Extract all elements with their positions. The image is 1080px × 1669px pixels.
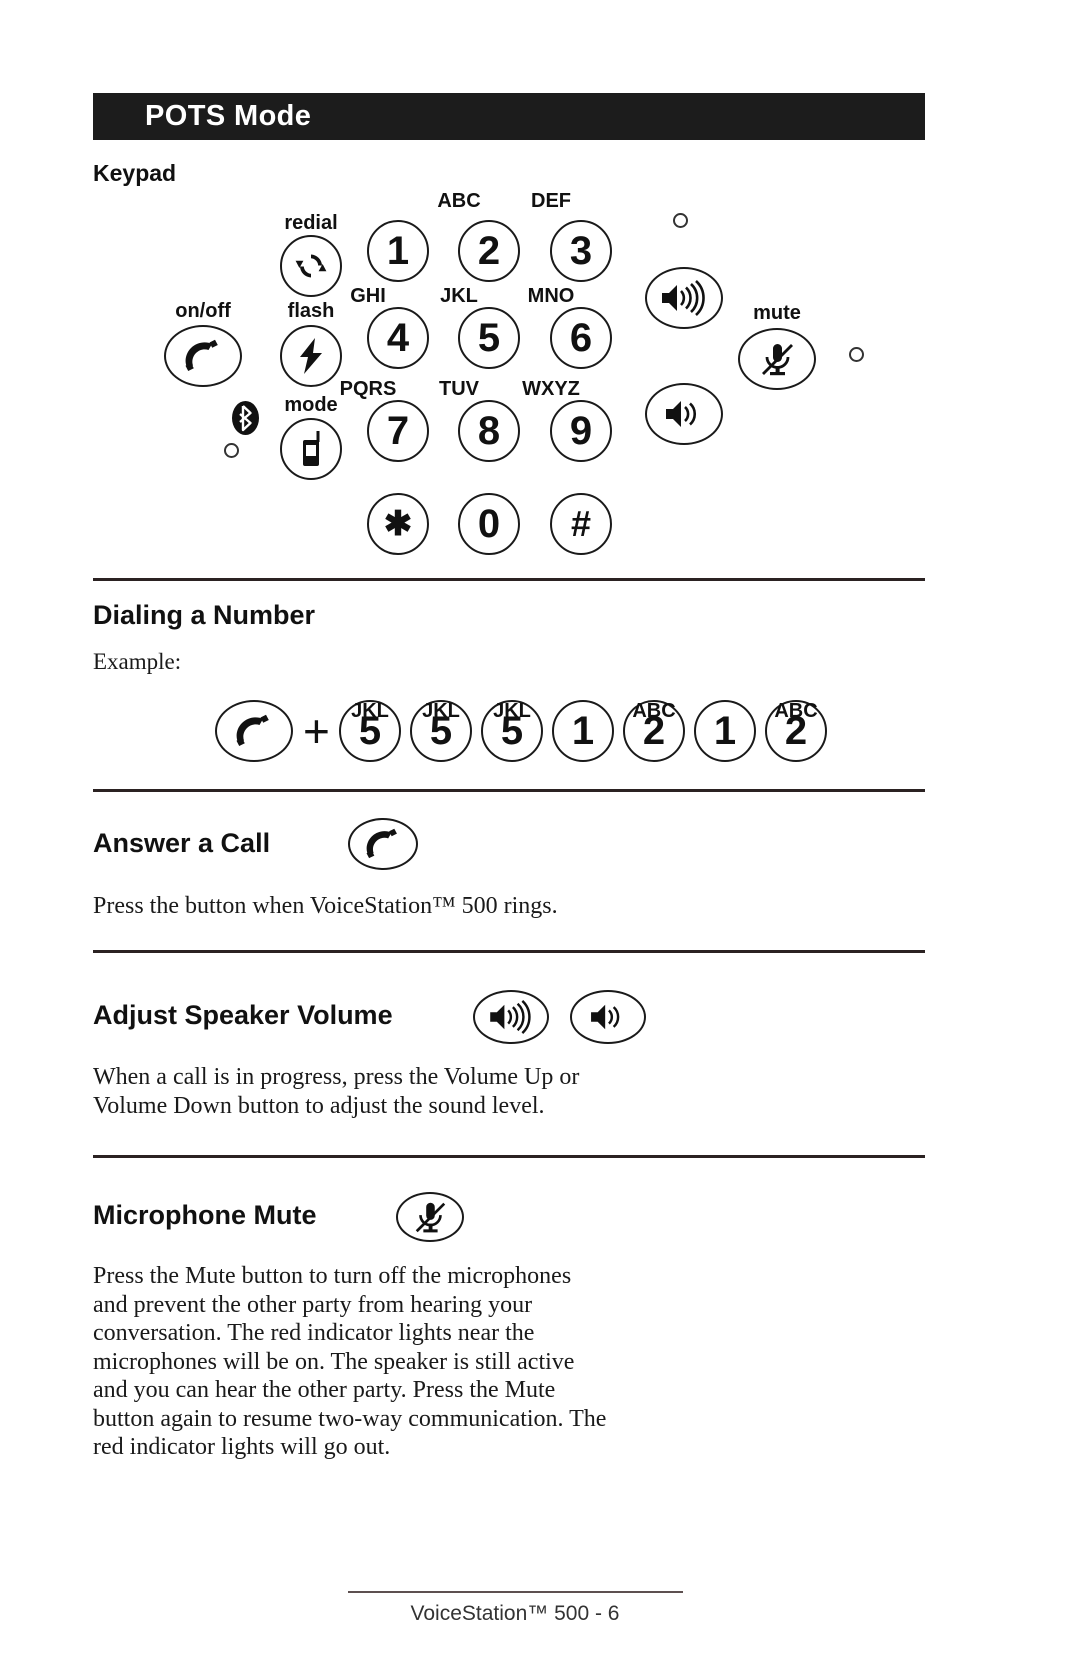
key-5-letters: JKL — [440, 285, 478, 307]
redial-icon — [293, 248, 329, 284]
redial-key[interactable] — [280, 235, 342, 297]
key-1[interactable]: 1 — [367, 220, 429, 282]
redial-label: redial — [284, 212, 338, 234]
answer-call-button[interactable] — [348, 818, 418, 870]
section-divider-2 — [93, 789, 925, 792]
lightning-bolt-icon — [296, 337, 326, 375]
key-7[interactable]: 7 — [367, 400, 429, 462]
document-page: POTS Mode Keypad redial on/off flash mod… — [0, 0, 1080, 1669]
footer-text: VoiceStation™ 500 - 6 — [410, 1602, 620, 1625]
dial-seq-key-6: 1 — [694, 700, 756, 762]
dial-seq-digit-7[interactable]: ABC 2 — [765, 700, 827, 762]
mute-body: Press the Mute button to turn off the mi… — [93, 1263, 607, 1460]
led-indicator-bluetooth — [224, 443, 239, 458]
volume-body: When a call is in progress, press the Vo… — [93, 1064, 580, 1119]
footer-divider — [348, 1591, 683, 1593]
mute-button[interactable] — [396, 1192, 464, 1242]
dial-seq-letters-3: JKL — [493, 700, 531, 722]
onoff-key[interactable] — [164, 325, 242, 387]
dial-seq-digit-2[interactable]: JKL 5 — [410, 700, 472, 762]
key-2-digit: 2 — [477, 229, 501, 273]
dial-seq-letters-2: JKL — [422, 700, 460, 722]
key-6[interactable]: 6 — [550, 307, 612, 369]
dial-seq-phone[interactable] — [215, 700, 293, 762]
section-heading-dialing: Dialing a Number — [93, 600, 316, 630]
key-star-digit: ✱ — [383, 505, 413, 543]
phone-handset-icon — [215, 700, 293, 762]
example-label: Example: — [93, 649, 182, 674]
volume-down-icon — [661, 397, 707, 431]
volume-down-icon — [572, 992, 644, 1042]
key-hash-digit: # — [570, 503, 592, 544]
keypad-diagram: redial on/off flash mode 1 ABC 2 DEF 3 G… — [0, 180, 1080, 570]
key-7-letters: PQRS — [339, 378, 397, 400]
volume-down-key[interactable] — [645, 383, 723, 445]
mode-key[interactable] — [280, 418, 342, 480]
section-divider-3 — [93, 950, 925, 953]
key-6-digit: 6 — [569, 316, 593, 360]
key-2[interactable]: 2 — [458, 220, 520, 282]
section-divider-1 — [93, 578, 925, 581]
dial-seq-key-4: 1 — [552, 700, 614, 762]
section-heading-mute: Microphone Mute — [93, 1200, 317, 1230]
dial-seq-plus: + — [303, 705, 330, 757]
volume-up-icon — [475, 992, 547, 1042]
mobile-phone-icon — [297, 430, 325, 468]
key-4-digit: 4 — [386, 316, 410, 360]
dial-seq-digit-4[interactable]: 1 — [552, 700, 614, 762]
section-divider-4 — [93, 1155, 925, 1158]
key-star[interactable]: ✱ — [367, 493, 429, 555]
key-5-digit: 5 — [477, 316, 501, 360]
key-0-digit: 0 — [477, 502, 501, 546]
dial-seq-digit-1[interactable]: JKL 5 — [339, 700, 401, 762]
flash-key[interactable] — [280, 325, 342, 387]
dial-seq-letters-5: ABC — [632, 700, 676, 722]
microphone-mute-icon — [757, 339, 797, 379]
key-8[interactable]: 8 — [458, 400, 520, 462]
key-6-letters: MNO — [527, 285, 575, 307]
key-4-letters: GHI — [350, 285, 386, 307]
mute-key[interactable] — [738, 328, 816, 390]
dial-seq-letters-1: JKL — [351, 700, 389, 722]
page-title-bar: POTS Mode — [93, 93, 925, 140]
key-1-digit: 1 — [386, 229, 410, 273]
page-title: POTS Mode — [145, 100, 312, 132]
section-heading-volume: Adjust Speaker Volume — [93, 1000, 393, 1030]
dial-seq-digit-6[interactable]: 1 — [694, 700, 756, 762]
microphone-mute-icon — [398, 1194, 462, 1240]
key-4[interactable]: 4 — [367, 307, 429, 369]
key-5[interactable]: 5 — [458, 307, 520, 369]
key-8-letters: TUV — [439, 378, 479, 400]
key-8-digit: 8 — [477, 409, 501, 453]
led-indicator-top — [673, 213, 688, 228]
onoff-label: on/off — [175, 300, 231, 322]
volume-up-key[interactable] — [645, 267, 723, 329]
answer-call-body: Press the button when VoiceStation™ 500 … — [93, 893, 558, 919]
key-3[interactable]: 3 — [550, 220, 612, 282]
dial-seq-digit-5[interactable]: ABC 2 — [623, 700, 685, 762]
volume-up-icon — [658, 280, 710, 316]
key-9-letters: WXYZ — [522, 378, 580, 400]
key-hash[interactable]: # — [550, 493, 612, 555]
section-heading-answer: Answer a Call — [93, 828, 271, 858]
key-3-digit: 3 — [569, 229, 593, 273]
phone-handset-icon — [350, 820, 416, 868]
key-2-letters: ABC — [437, 190, 481, 212]
key-9-digit: 9 — [569, 409, 593, 453]
dial-seq-digit-3[interactable]: JKL 5 — [481, 700, 543, 762]
key-3-letters: DEF — [531, 190, 571, 212]
mode-label: mode — [284, 394, 338, 416]
key-0[interactable]: 0 — [458, 493, 520, 555]
phone-handset-icon — [182, 339, 224, 373]
dial-seq-letters-7: ABC — [774, 700, 818, 722]
volume-up-button[interactable] — [473, 990, 549, 1044]
flash-label: flash — [287, 300, 335, 322]
volume-down-button[interactable] — [570, 990, 646, 1044]
mute-label: mute — [753, 302, 801, 324]
key-7-digit: 7 — [386, 409, 410, 453]
key-9[interactable]: 9 — [550, 400, 612, 462]
led-indicator-mute — [849, 347, 864, 362]
bluetooth-icon — [232, 398, 259, 438]
